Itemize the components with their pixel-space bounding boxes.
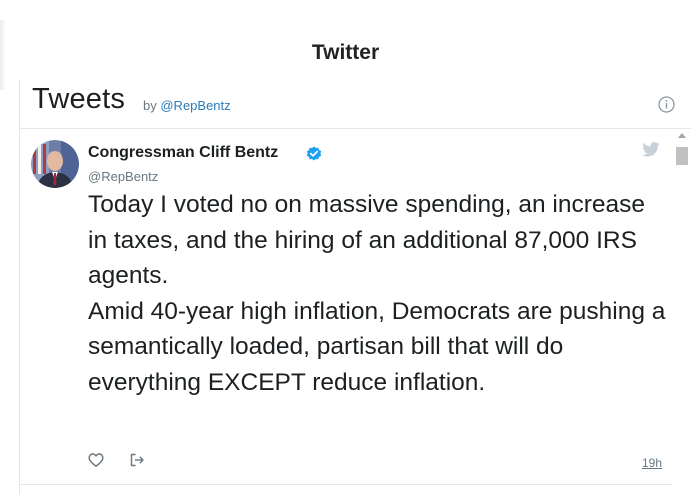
section-title: Twitter	[311, 41, 380, 64]
tweet-card[interactable]: Congressman Cliff Bentz @RepBentz Today …	[20, 129, 672, 494]
author-handle[interactable]: @RepBentz	[88, 169, 158, 184]
tweet-timestamp[interactable]: 19h	[642, 456, 662, 470]
tweet-text-paragraph: Amid 40-year high inflation, Democrats a…	[88, 297, 666, 396]
widget-byline: by @RepBentz	[143, 98, 231, 113]
tweet-text-paragraph: Today I voted no on massive spending, an…	[88, 191, 646, 289]
heart-icon[interactable]	[88, 452, 104, 468]
byline-label: by	[143, 98, 157, 113]
info-icon[interactable]	[658, 96, 675, 113]
verified-badge-icon	[306, 146, 322, 161]
scroll-up-arrow[interactable]	[678, 133, 686, 138]
byline-handle-link[interactable]: @RepBentz	[160, 98, 230, 113]
widget-header: Tweets by @RepBentz	[20, 80, 691, 129]
share-icon[interactable]	[129, 452, 145, 468]
tweet-timeline: Congressman Cliff Bentz @RepBentz Today …	[20, 129, 691, 494]
widget-title: Tweets	[32, 83, 126, 115]
tweet-divider	[20, 484, 672, 485]
author-avatar[interactable]	[31, 140, 79, 188]
scroll-thumb[interactable]	[676, 147, 688, 165]
page: Twitter Tweets by @RepBentz Congressman …	[0, 0, 691, 494]
twitter-timeline-widget: Tweets by @RepBentz Congressman Cliff Be…	[19, 80, 691, 494]
scrollbar[interactable]	[676, 133, 688, 494]
tweet-text: Today I voted no on massive spending, an…	[88, 187, 668, 400]
twitter-bird-icon[interactable]	[642, 142, 660, 157]
author-name[interactable]: Congressman Cliff Bentz	[88, 144, 278, 162]
